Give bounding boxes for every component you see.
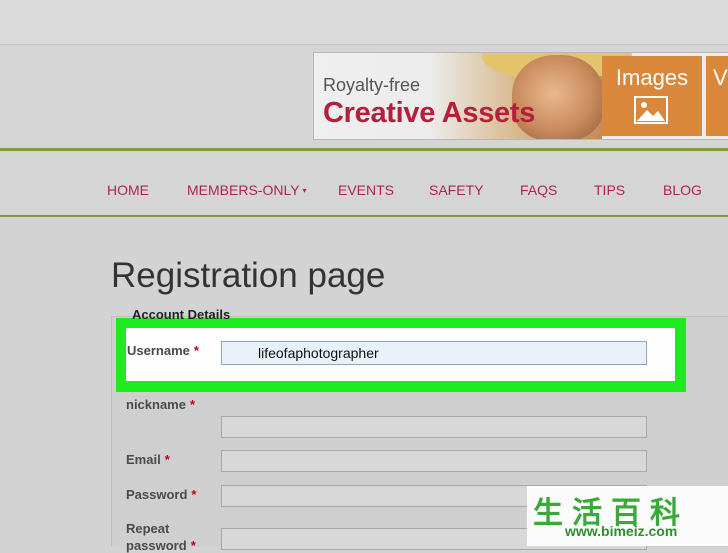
ad-second-tile-label: V [713, 65, 728, 90]
fieldset-legend: Account Details [132, 307, 231, 322]
ad-second-tile[interactable]: V [706, 56, 728, 136]
watermark-url: www.bimeiz.com [565, 523, 678, 539]
ad-headline: Creative Assets [323, 97, 536, 129]
required-marker: * [164, 452, 170, 467]
nav-events[interactable]: EVENTS [338, 182, 394, 198]
ad-images-label: Images [615, 65, 689, 90]
username-input[interactable]: lifeofaphotographer [221, 341, 647, 365]
nav-divider-bottom [0, 215, 728, 217]
nav-members-only-label: MEMBERS-ONLY [187, 182, 300, 198]
email-label: Email * [126, 452, 170, 467]
required-marker: * [191, 487, 197, 502]
ad-tagline: Royalty-free [323, 75, 421, 95]
password-label: Password * [126, 487, 196, 502]
nickname-label: nickname * [126, 397, 195, 412]
page-title: Registration page [111, 256, 386, 295]
nickname-label-text: nickname [126, 397, 186, 412]
ad-banner[interactable]: Royalty-free Creative Assets Images V [313, 52, 728, 140]
repeat-password-label-line1: Repeat [126, 521, 170, 536]
nav-members-only[interactable]: MEMBERS-ONLY ▾ [187, 182, 307, 198]
nav-blog[interactable]: BLOG [663, 182, 702, 198]
required-marker: * [193, 343, 199, 358]
email-label-text: Email [126, 452, 161, 467]
nickname-input[interactable] [221, 416, 647, 438]
username-label-text: Username [127, 343, 190, 358]
caret-down-icon: ▾ [302, 186, 307, 195]
required-marker: * [189, 397, 196, 412]
nav-faqs[interactable]: FAQS [520, 182, 557, 198]
main-nav: HOME MEMBERS-ONLY ▾ EVENTS SAFETY FAQS TI… [0, 151, 728, 215]
ad-photo-background: Royalty-free Creative Assets [314, 53, 632, 139]
email-input[interactable] [221, 450, 647, 472]
browser-top-bar [0, 0, 728, 45]
nav-safety[interactable]: SAFETY [429, 182, 483, 198]
username-value: lifeofaphotographer [258, 345, 379, 361]
ad-images-tile[interactable]: Images [602, 56, 702, 136]
nav-tips[interactable]: TIPS [594, 182, 625, 198]
watermark: 生活百科 www.bimeiz.com [527, 486, 728, 546]
image-icon [634, 96, 668, 124]
password-label-text: Password [126, 487, 188, 502]
nav-home[interactable]: HOME [107, 182, 149, 198]
username-label: Username * [127, 343, 199, 358]
